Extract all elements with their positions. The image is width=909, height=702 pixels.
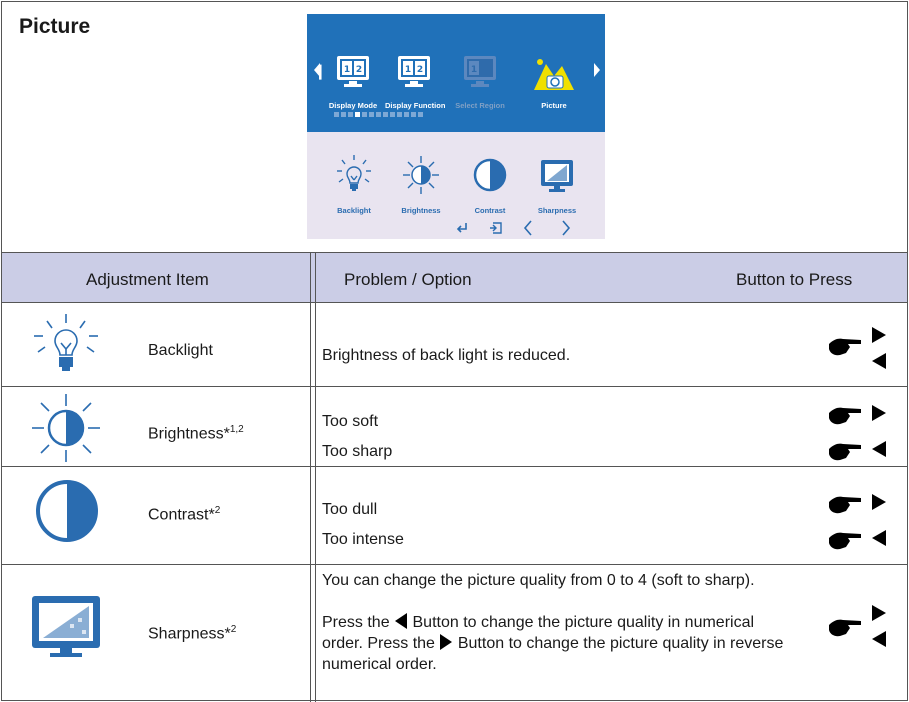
osd-sub-label: Backlight bbox=[337, 206, 371, 215]
svg-text:1: 1 bbox=[471, 65, 477, 75]
osd-sub-brightness: Brightness bbox=[392, 154, 450, 215]
osd-item-label: Select Region bbox=[455, 101, 505, 110]
header-problem-option: Problem / Option bbox=[344, 270, 472, 289]
pointing-hand-icon bbox=[829, 338, 861, 356]
svg-text:2: 2 bbox=[417, 65, 423, 75]
sharpness-icon bbox=[32, 596, 100, 657]
osd-menu-screenshot: ❙ 1 2 Display Mode 1 2 Display Function … bbox=[307, 14, 605, 239]
header-adjustment-item: Adjustment Item bbox=[86, 270, 209, 289]
select-region-icon: 1 bbox=[464, 56, 496, 87]
osd-sub-label: Brightness bbox=[401, 206, 441, 215]
left-triangle-icon bbox=[872, 530, 886, 546]
pointing-hand-icon bbox=[829, 443, 861, 461]
left-triangle-icon bbox=[395, 613, 408, 629]
svg-text:1: 1 bbox=[344, 65, 350, 75]
osd-sub-backlight: Backlight bbox=[325, 154, 383, 215]
header-button-to-press: Button to Press bbox=[736, 270, 853, 289]
right-triangle-icon bbox=[872, 605, 886, 621]
right-triangle-icon bbox=[872, 494, 886, 510]
osd-left-arrow-icon bbox=[314, 63, 320, 77]
section-title: Picture bbox=[19, 15, 91, 38]
pointing-hand-icon bbox=[829, 496, 861, 514]
row-text-too-soft: Too soft bbox=[322, 413, 379, 430]
brightness-icon bbox=[403, 156, 439, 194]
osd-item-display-function: 1 2 Display Function bbox=[385, 54, 446, 110]
row-text-too-sharp: Too sharp bbox=[322, 443, 393, 460]
osd-sub-contrast: Contrast bbox=[461, 154, 519, 215]
left-triangle-icon bbox=[872, 441, 886, 457]
osd-item-label: Display Function bbox=[385, 101, 446, 110]
right-triangle-icon bbox=[872, 405, 886, 421]
backlight-icon bbox=[337, 155, 371, 191]
row-text-backlight: Brightness of back light is reduced. bbox=[322, 347, 571, 364]
row-text-sharpness-instructions: Press the Button to change the picture q… bbox=[322, 613, 784, 673]
pointing-hand-icon bbox=[829, 619, 861, 637]
left-triangle-icon bbox=[872, 631, 886, 647]
exit-icon bbox=[490, 222, 502, 234]
row-name-brightness: Brightness*1,2 bbox=[148, 424, 244, 443]
enter-icon bbox=[456, 223, 467, 233]
row-name-sharpness: Sharpness*2 bbox=[148, 624, 237, 643]
contrast-icon bbox=[36, 480, 98, 542]
row-name-backlight: Backlight bbox=[148, 342, 213, 359]
osd-sub-label: Contrast bbox=[474, 206, 506, 215]
osd-item-label: Display Mode bbox=[328, 101, 378, 110]
svg-text:1: 1 bbox=[405, 65, 411, 75]
right-triangle-icon bbox=[872, 327, 886, 343]
row-name-contrast: Contrast*2 bbox=[148, 505, 221, 524]
row-text-sharpness-range: You can change the picture quality from … bbox=[322, 572, 755, 589]
osd-item-picture: Picture bbox=[525, 54, 583, 110]
osd-sub-sharpness: Sharpness bbox=[528, 154, 586, 215]
row-text-too-intense: Too intense bbox=[322, 531, 404, 548]
contrast-icon bbox=[473, 158, 507, 192]
right-triangle-icon bbox=[440, 634, 453, 650]
picture-icon bbox=[534, 59, 574, 90]
osd-page-indicator bbox=[334, 112, 423, 118]
osd-item-label: Picture bbox=[541, 101, 567, 110]
brightness-icon bbox=[32, 394, 100, 462]
osd-top-bar: ❙ 1 2 Display Mode 1 2 Display Function … bbox=[307, 14, 605, 132]
osd-item-select-region: 1 Select Region bbox=[451, 54, 509, 110]
display-mode-icon: 1 2 bbox=[337, 56, 369, 87]
osd-right-arrow-icon bbox=[594, 63, 600, 77]
display-function-icon: 1 2 bbox=[398, 56, 430, 87]
left-chevron-icon bbox=[523, 220, 532, 236]
right-chevron-icon bbox=[562, 220, 571, 236]
osd-sub-label: Sharpness bbox=[537, 206, 577, 215]
left-triangle-icon bbox=[872, 353, 886, 369]
pointing-hand-icon bbox=[829, 407, 861, 425]
pointing-hand-icon bbox=[829, 532, 861, 550]
backlight-icon bbox=[34, 314, 98, 371]
osd-item-display-mode: 1 2 Display Mode bbox=[324, 54, 382, 110]
row-text-too-dull: Too dull bbox=[322, 501, 378, 518]
svg-text:2: 2 bbox=[356, 65, 362, 75]
sharpness-icon bbox=[541, 160, 573, 192]
